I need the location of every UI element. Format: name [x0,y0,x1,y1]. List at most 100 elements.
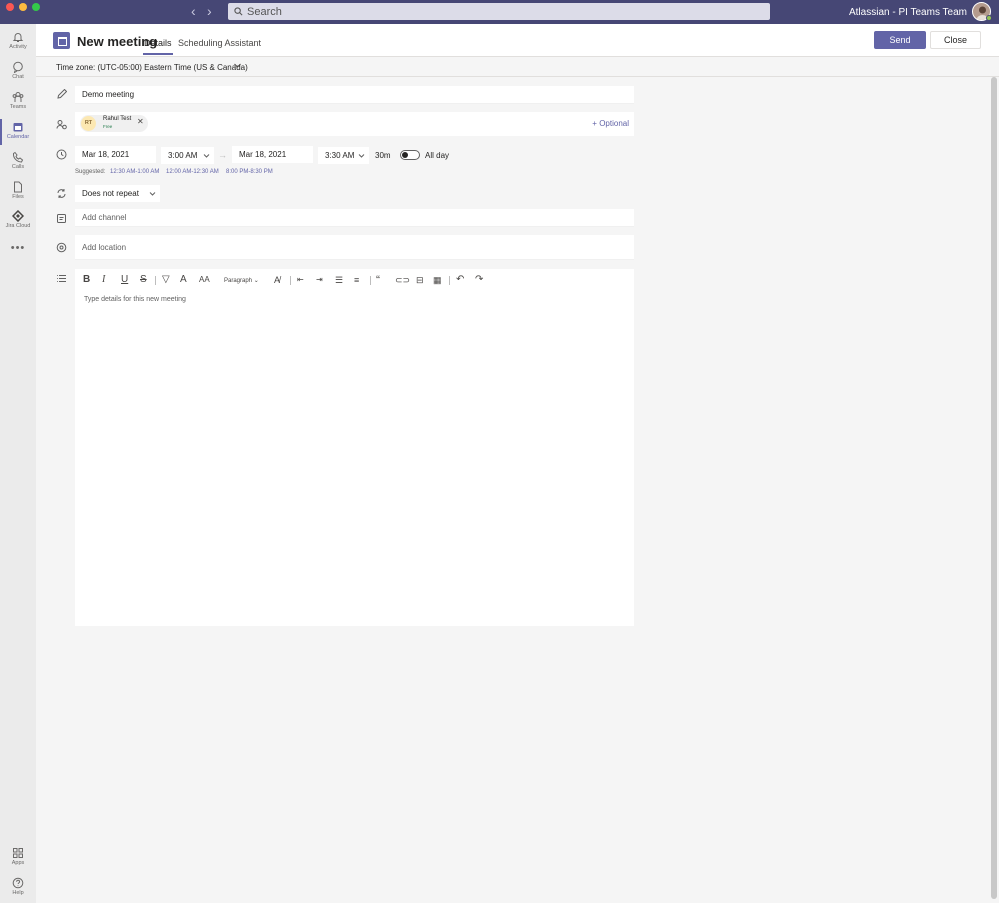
back-icon[interactable]: ‹ [191,4,196,18]
chevron-down-icon [358,154,365,158]
clear-format-icon[interactable]: A̸ [274,275,280,285]
jira-icon [12,210,24,222]
start-date-picker[interactable]: Mar 18, 2021 [75,146,156,163]
chevron-down-icon [149,192,156,196]
table-icon[interactable]: ▦ [433,275,442,285]
undo-icon[interactable]: ↶ [456,275,464,285]
end-time: 3:30 AM [325,151,355,160]
strikethrough-icon[interactable]: S [140,275,147,285]
search-input[interactable] [247,5,747,18]
chat-icon [13,61,23,73]
decrease-indent-icon[interactable]: ⇤ [297,275,304,285]
phone-icon [12,151,24,163]
rail-item-activity[interactable]: Activity [0,29,36,57]
suggested-label: Suggested: [75,169,106,175]
org-name[interactable]: Atlassian - PI Teams Team [849,7,967,18]
underline-icon[interactable]: U [121,275,128,285]
rail-item-jira-cloud[interactable]: Jira Cloud [0,208,36,236]
end-date: Mar 18, 2021 [239,150,287,159]
add-channel-input[interactable] [75,209,634,227]
redo-icon[interactable]: ↷ [475,275,483,285]
suggested-time-2[interactable]: 12:00 AM-12:30 AM [166,169,219,175]
help-icon [12,877,24,889]
timezone-bar[interactable]: Time zone: (UTC-05:00) Eastern Time (US … [36,57,999,77]
rail-item-help[interactable]: Help [0,875,36,903]
suggested-time-3[interactable]: 8:00 PM-8:30 PM [226,169,273,175]
pencil-icon [57,89,67,99]
details-placeholder[interactable]: Type details for this new meeting [84,296,186,303]
forward-icon[interactable]: › [207,4,212,18]
window-minimize-button[interactable] [19,3,27,11]
attendee-chip[interactable]: RT Rahul Test Free ✕ [80,115,148,132]
rail-item-files[interactable]: Files [0,179,36,207]
window-close-button[interactable] [6,3,14,11]
tab-scheduling-assistant[interactable]: Scheduling Assistant [178,38,261,48]
add-location-input[interactable] [75,235,634,260]
font-color-icon[interactable]: A [180,275,187,285]
bold-icon[interactable]: B [83,275,90,285]
numbered-list-icon[interactable]: ≡ [354,275,359,285]
send-button[interactable]: Send [874,31,926,49]
link-icon[interactable]: ⊂⊃ [395,275,410,285]
highlight-icon[interactable]: ▽ [162,275,170,285]
close-button[interactable]: Close [930,31,981,49]
clock-icon [56,149,67,160]
font-size-icon[interactable]: AA [199,275,210,285]
all-day-label: All day [425,151,450,160]
rail-item-calls[interactable]: Calls [0,149,36,177]
paragraph-style-select[interactable]: Paragraph ⌄ [224,277,259,284]
increase-indent-icon[interactable]: ⇥ [316,275,323,285]
suggested-time-1[interactable]: 12:30 AM-1:00 AM [110,169,159,175]
optional-attendees-link[interactable]: + Optional [592,119,629,128]
title-bar: ‹ › Atlassian - PI Teams Team [0,0,999,24]
presence-available-icon [986,15,992,21]
scrollbar[interactable] [991,77,997,899]
bulleted-list-icon[interactable]: ☰ [335,275,343,285]
start-time-select[interactable]: 3:00 AM [161,147,214,164]
more-icon: ••• [10,242,26,254]
attendee-status: Free [103,124,113,129]
app-bar: Activity Chat Teams Calendar Calls Files… [0,24,36,903]
rail-item-more[interactable]: ••• [0,240,36,268]
paragraph-style-value: Paragraph [224,278,253,284]
repeat-value: Does not repeat [82,189,139,198]
all-day-toggle[interactable] [400,150,420,160]
toolbar-divider [449,276,450,285]
search-box[interactable] [228,3,770,20]
rail-item-teams[interactable]: Teams [0,89,36,117]
horizontal-rule-icon[interactable]: ⊟ [416,275,424,285]
toolbar-divider [155,276,156,285]
end-date-picker[interactable]: Mar 18, 2021 [232,146,313,163]
file-icon [14,181,22,193]
window-zoom-button[interactable] [32,3,40,11]
quote-icon[interactable]: “ [376,274,380,286]
calendar-icon [13,123,23,132]
start-time: 3:00 AM [168,151,198,160]
rail-item-calendar[interactable]: Calendar [0,119,36,147]
meeting-title-input[interactable] [75,86,634,104]
end-time-select[interactable]: 3:30 AM [318,147,369,164]
location-icon [56,242,67,253]
start-date: Mar 18, 2021 [82,150,130,159]
remove-attendee-icon[interactable]: ✕ [137,117,144,126]
chevron-down-icon[interactable] [233,61,242,70]
italic-icon[interactable]: I [102,275,105,285]
meeting-details-editor[interactable]: B I U S ▽ A AA Paragraph ⌄ A̸ ⇤ ⇥ ☰ ≡ “ … [75,269,634,626]
attendees-field[interactable]: RT Rahul Test Free ✕ + Optional [75,112,634,136]
teams-icon [12,92,24,102]
channel-icon [57,214,66,223]
repeat-select[interactable]: Does not repeat [75,185,160,202]
bell-icon [12,33,24,42]
timezone-label[interactable]: Time zone: (UTC-05:00) Eastern Time (US … [56,63,248,72]
rail-item-chat[interactable]: Chat [0,59,36,87]
duration: 30m [375,151,391,160]
meeting-header: New meeting Details Scheduling Assistant… [36,24,999,57]
calendar-icon [53,32,70,49]
search-icon [234,7,243,16]
chevron-down-icon [203,154,210,158]
tab-details[interactable]: Details [143,38,173,55]
rail-item-apps[interactable]: Apps [0,845,36,873]
arrow-right-icon: → [218,150,227,160]
repeat-icon [57,189,66,198]
attendee-name: Rahul Test [103,116,132,122]
